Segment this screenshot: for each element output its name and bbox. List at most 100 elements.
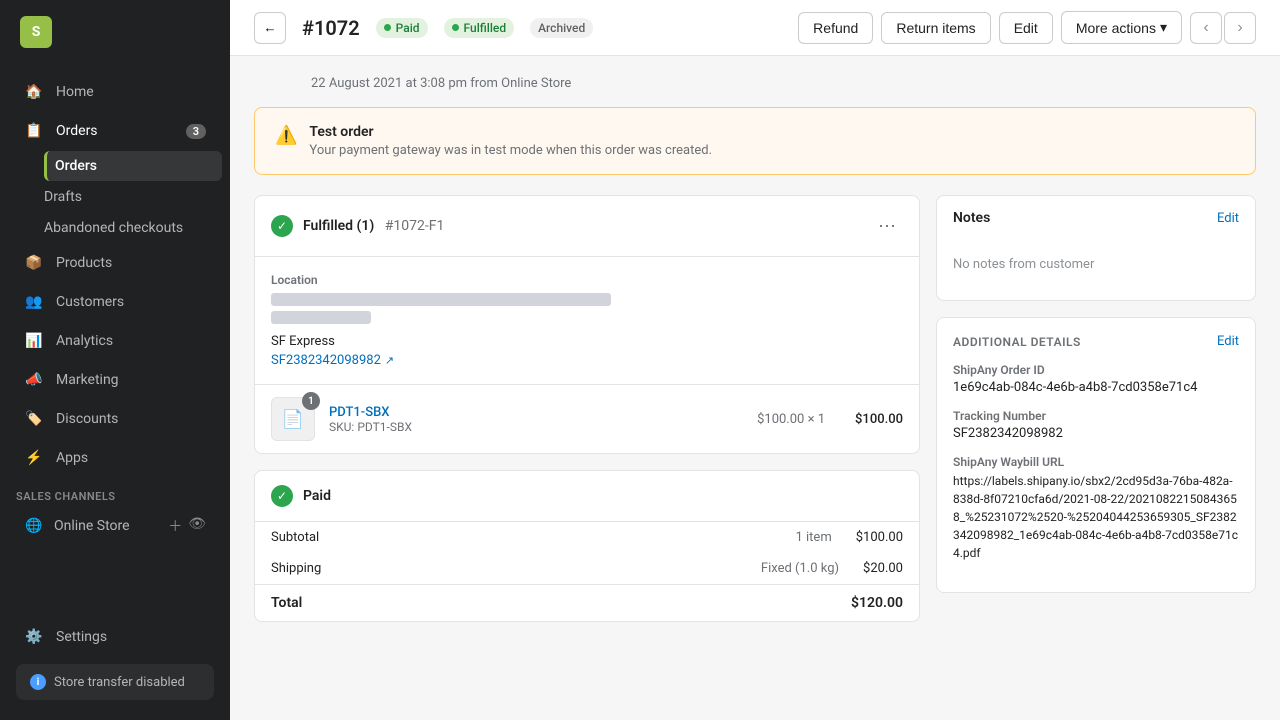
sidebar-item-orders[interactable]: 📋 Orders 3 — [8, 112, 222, 150]
settings-icon: ⚙️ — [24, 627, 44, 647]
location-blurred — [271, 293, 903, 324]
sidebar-item-home[interactable]: 🏠 Home — [8, 73, 222, 111]
sidebar-item-orders-list[interactable]: Orders — [44, 151, 222, 181]
products-icon: 📦 — [24, 253, 44, 273]
sidebar-item-apps[interactable]: ⚡ Apps — [8, 439, 222, 477]
left-column: ✓ Fulfilled (1) #1072-F1 ⋯ Location — [254, 195, 920, 622]
store-transfer-label: Store transfer disabled — [54, 675, 185, 690]
additional-details-edit-link[interactable]: Edit — [1217, 334, 1239, 349]
alert-title: Test order — [309, 124, 712, 140]
sidebar-item-label: Orders — [56, 123, 98, 139]
store-transfer-banner[interactable]: i Store transfer disabled — [16, 664, 214, 700]
tracking-link[interactable]: SF2382342098982 ↗ — [271, 353, 903, 368]
total-label: Total — [271, 595, 851, 611]
shipping-row: Shipping Fixed (1.0 kg) $20.00 — [255, 553, 919, 584]
topbar: ← #1072 Paid Fulfilled Archived Refund R… — [230, 0, 1280, 56]
total-row: Total $120.00 — [255, 584, 919, 621]
shipping-label: Shipping — [271, 561, 761, 576]
sidebar: S 🏠 Home 📋 Orders 3 Orders Drafts Abando… — [0, 0, 230, 720]
shipany-order-id-value: 1e69c4ab-084c-4e6b-a4b8-7cd0358e71c4 — [953, 380, 1239, 395]
fulfillment-id: #1072-F1 — [385, 218, 445, 234]
payment-card: ✓ Paid Subtotal 1 item $100.00 Shipping … — [254, 470, 920, 622]
fulfilled-dot — [452, 24, 459, 31]
waybill-url-value: https://labels.shipany.io/sbx2/2cd95d3a-… — [953, 472, 1239, 562]
back-arrow-icon: ← — [263, 20, 276, 35]
location-line-2 — [271, 311, 371, 324]
tracking-number-text: SF2382342098982 — [271, 353, 381, 368]
sku-value: PDT1-SBX — [357, 420, 412, 434]
sidebar-item-drafts[interactable]: Drafts — [44, 182, 222, 212]
page-body: 22 August 2021 at 3:08 pm from Online St… — [230, 56, 1280, 720]
waybill-url-label: ShipAny Waybill URL — [953, 455, 1239, 469]
product-info: PDT1-SBX SKU: PDT1-SBX — [329, 404, 743, 434]
sidebar-item-online-store[interactable]: 🌐 Online Store ＋ 👁 — [8, 508, 222, 544]
no-notes-text: No notes from customer — [953, 257, 1094, 272]
pagination-arrows: ‹ › — [1190, 12, 1256, 44]
subtotal-value: $100.00 — [856, 530, 903, 545]
sidebar-item-label: Discounts — [56, 411, 118, 427]
discounts-icon: 🏷️ — [24, 409, 44, 429]
fulfilled-title: Fulfilled (1) #1072-F1 — [303, 218, 861, 234]
sidebar-item-label: Analytics — [56, 333, 113, 349]
sidebar-item-abandoned-checkouts[interactable]: Abandoned checkouts — [44, 213, 222, 243]
sidebar-item-discounts[interactable]: 🏷️ Discounts — [8, 400, 222, 438]
product-doc-icon: 📄 — [282, 409, 304, 430]
warning-icon: ⚠️ — [275, 125, 297, 146]
chevron-down-icon: ▾ — [1160, 19, 1167, 36]
orders-icon: 📋 — [24, 121, 44, 141]
test-order-alert: ⚠️ Test order Your payment gateway was i… — [254, 107, 1256, 175]
paid-dot — [384, 24, 391, 31]
tracking-number-item: Tracking Number SF2382342098982 — [953, 409, 1239, 441]
more-actions-label: More actions — [1076, 20, 1156, 36]
external-link-icon: ↗ — [385, 354, 394, 367]
sidebar-item-customers[interactable]: 👥 Customers — [8, 283, 222, 321]
payment-title: Paid — [303, 488, 903, 504]
fulfilled-card-header: ✓ Fulfilled (1) #1072-F1 ⋯ — [255, 196, 919, 257]
order-date: 22 August 2021 at 3:08 pm from Online St… — [254, 76, 1256, 91]
paid-badge: Paid — [376, 18, 428, 38]
next-order-button[interactable]: › — [1224, 12, 1256, 44]
sidebar-item-marketing[interactable]: 📣 Marketing — [8, 361, 222, 399]
notes-card-body: No notes from customer — [937, 240, 1255, 300]
orders-badge: 3 — [186, 124, 206, 139]
edit-button[interactable]: Edit — [999, 12, 1053, 44]
content-grid: ✓ Fulfilled (1) #1072-F1 ⋯ Location — [254, 195, 1256, 622]
product-unit-price: $100.00 × 1 — [757, 412, 825, 427]
main-content: ← #1072 Paid Fulfilled Archived Refund R… — [230, 0, 1280, 720]
analytics-icon: 📊 — [24, 331, 44, 351]
back-button[interactable]: ← — [254, 12, 286, 44]
carrier-name: SF Express — [271, 334, 903, 349]
notes-edit-link[interactable]: Edit — [1217, 211, 1239, 226]
archived-badge-label: Archived — [538, 21, 585, 35]
sales-channels-label: SALES CHANNELS — [0, 478, 230, 507]
eye-icon[interactable]: 👁 — [188, 516, 206, 536]
shipany-order-id-item: ShipAny Order ID 1e69c4ab-084c-4e6b-a4b8… — [953, 363, 1239, 395]
notes-card: Notes Edit No notes from customer — [936, 195, 1256, 301]
sidebar-item-settings[interactable]: ⚙️ Settings — [8, 618, 222, 656]
notes-card-header: Notes Edit — [937, 196, 1255, 240]
online-store-icon: 🌐 — [24, 516, 44, 536]
marketing-icon: 📣 — [24, 370, 44, 390]
order-number: #1072 — [302, 16, 360, 40]
refund-button[interactable]: Refund — [798, 12, 873, 44]
product-qty-badge: 1 — [302, 392, 320, 410]
sidebar-item-analytics[interactable]: 📊 Analytics — [8, 322, 222, 360]
fulfilled-more-button[interactable]: ⋯ — [871, 210, 903, 242]
prev-order-button[interactable]: ‹ — [1190, 12, 1222, 44]
shopify-logo-icon: S — [20, 16, 52, 48]
sidebar-item-label: Home — [56, 84, 94, 100]
additional-section-header: ADDITIONAL DETAILS Edit — [953, 334, 1239, 349]
sidebar-item-label: Settings — [56, 629, 107, 645]
plus-icon[interactable]: ＋ — [168, 516, 182, 536]
return-items-button[interactable]: Return items — [881, 12, 990, 44]
apps-icon: ⚡ — [24, 448, 44, 468]
sidebar-item-label: Apps — [56, 450, 88, 466]
more-actions-button[interactable]: More actions ▾ — [1061, 11, 1182, 44]
right-panel: Notes Edit No notes from customer ADDITI… — [936, 195, 1256, 622]
tracking-number-label: Tracking Number — [953, 409, 1239, 423]
sidebar-item-products[interactable]: 📦 Products — [8, 244, 222, 282]
online-store-label: Online Store — [54, 518, 130, 534]
fulfilled-badge: Fulfilled — [444, 18, 515, 38]
product-name-link[interactable]: PDT1-SBX — [329, 405, 390, 420]
fulfilled-check-icon: ✓ — [271, 215, 293, 237]
